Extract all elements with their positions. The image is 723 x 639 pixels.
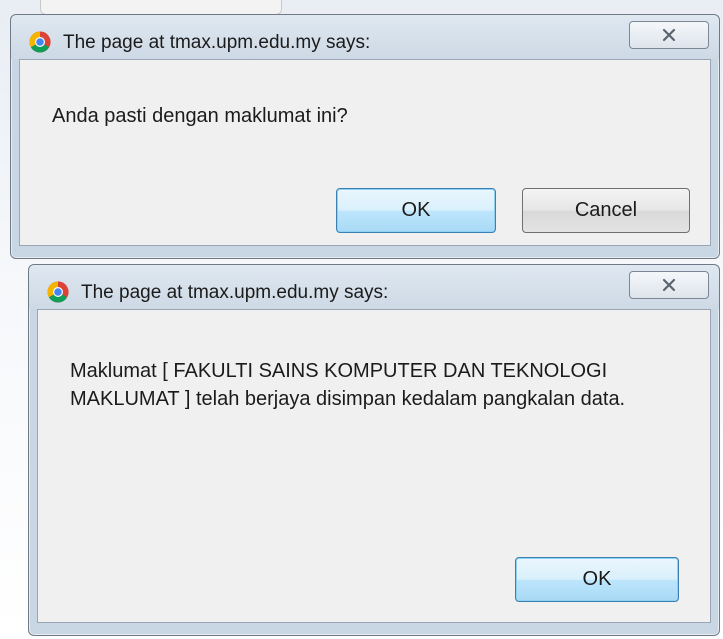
dialog-titlebar: The page at tmax.upm.edu.my says:	[29, 265, 719, 309]
close-button[interactable]	[629, 271, 709, 299]
alert-dialog: The page at tmax.upm.edu.my says: Maklum…	[28, 264, 720, 636]
dialog-titlebar: The page at tmax.upm.edu.my says:	[11, 15, 719, 59]
dialog-title: The page at tmax.upm.edu.my says:	[81, 282, 389, 303]
dialog-title: The page at tmax.upm.edu.my says:	[63, 32, 371, 53]
chrome-icon	[29, 31, 51, 53]
chrome-icon	[47, 281, 69, 303]
close-icon	[662, 278, 676, 292]
cancel-button[interactable]: Cancel	[522, 188, 690, 233]
confirm-dialog: The page at tmax.upm.edu.my says: Anda p…	[10, 14, 720, 259]
dialog-message: Maklumat [ FAKULTI SAINS KOMPUTER DAN TE…	[70, 360, 626, 410]
ok-button[interactable]: OK	[336, 188, 496, 233]
close-icon	[662, 28, 676, 42]
close-button[interactable]	[629, 21, 709, 49]
background-window-edge	[40, 0, 282, 15]
dialog-message: Anda pasti dengan maklumat ini?	[52, 105, 348, 127]
ok-button[interactable]: OK	[515, 557, 679, 602]
dialog-body: Maklumat [ FAKULTI SAINS KOMPUTER DAN TE…	[37, 309, 711, 623]
dialog-body: Anda pasti dengan maklumat ini? OK Cance…	[19, 59, 711, 246]
